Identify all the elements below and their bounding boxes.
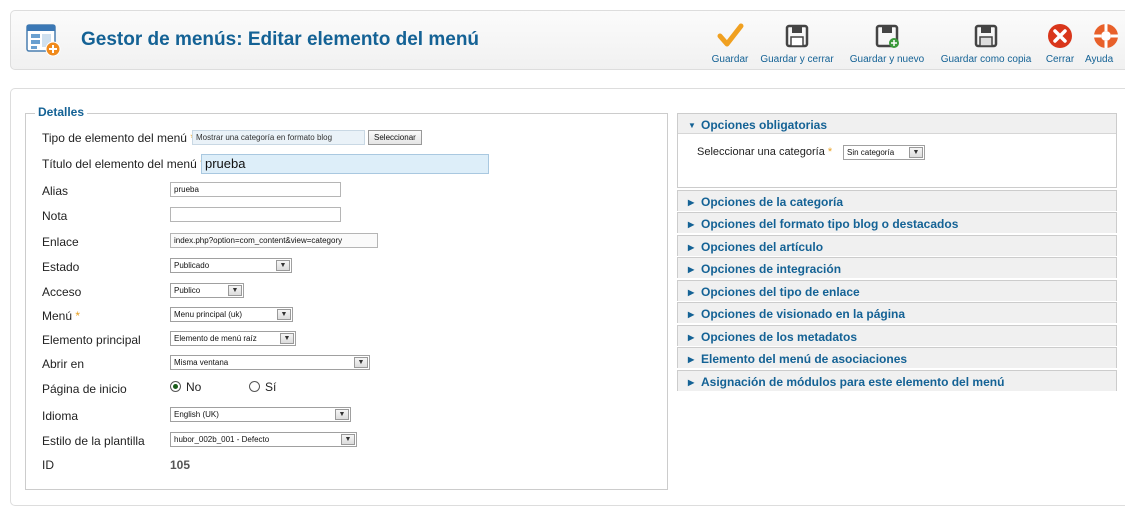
template-style-select[interactable]: hubor_002b_001 - Defecto ▼ [170,432,357,447]
open-in-select[interactable]: Misma ventana ▼ [170,355,370,370]
save-new-icon [875,24,899,48]
title-label: Título del elemento del menú * [42,157,205,171]
home-radio-no[interactable]: No [170,380,201,394]
collapsed-triangle-icon: ▶ [688,243,695,252]
options-panel-header[interactable]: ▶ Opciones de los metadatos [678,326,1116,346]
note-label: Nota [42,209,68,223]
save-button[interactable]: Guardar [708,17,752,67]
options-panel: ▶ Opciones de visionado en la página [677,302,1117,323]
toolbar: Gestor de menús: Editar elemento del men… [10,10,1125,70]
save-new-button[interactable]: Guardar y nuevo [845,17,929,67]
save-copy-button[interactable]: Guardar como copia [936,17,1036,67]
options-panel-header[interactable]: ▶ Opciones de integración [678,258,1116,278]
category-select[interactable]: Sin categoría ▼ [843,145,925,160]
chevron-down-icon: ▼ [276,260,290,271]
collapsed-triangle-icon: ▶ [688,333,695,342]
save-close-icon [785,24,809,48]
parent-label: Elemento principal [42,333,141,347]
save-close-button[interactable]: Guardar y cerrar [756,17,838,67]
menu-manager-icon [26,24,61,57]
menu-item-type-field: Mostrar una categoría en formato blog [192,130,365,145]
menu-item-type-label: Tipo de elemento del menú * [42,131,195,145]
options-panel: ▶ Opciones de la categoría [677,190,1117,211]
expanded-triangle-icon: ▼ [688,121,696,130]
language-select[interactable]: English (UK) ▼ [170,407,351,422]
link-label: Enlace [42,235,79,249]
chevron-down-icon: ▼ [228,285,242,296]
radio-selected-icon [170,381,181,392]
home-radio-yes[interactable]: Sí [249,380,276,394]
open-in-label: Abrir en [42,357,85,371]
close-icon [1048,24,1072,48]
status-label: Estado [42,260,80,274]
menu-select[interactable]: Menu principal (uk) ▼ [170,307,293,322]
save-copy-icon [974,24,998,48]
options-panel: ▶ Opciones del tipo de enlace [677,280,1117,301]
options-panel: ▶ Elemento del menú de asociaciones [677,347,1117,368]
page-title: Gestor de menús: Editar elemento del men… [81,29,480,50]
collapsed-triangle-icon: ▶ [688,378,695,387]
options-panel: ▶ Opciones del artículo [677,235,1117,256]
help-button[interactable]: Ayuda [1085,17,1125,67]
options-panel: ▶ Opciones de integración [677,257,1117,278]
chevron-down-icon: ▼ [341,434,355,445]
required-options-panel: ▼ Opciones obligatorias Seleccionar una c… [677,113,1117,188]
collapsed-triangle-icon: ▶ [688,198,695,207]
id-value: 105 [170,458,191,472]
collapsed-triangle-icon: ▶ [688,288,695,297]
collapsed-triangle-icon: ▶ [688,355,695,364]
collapsed-triangle-icon: ▶ [688,220,695,229]
select-type-button[interactable]: Seleccionar [368,130,422,145]
details-legend: Detalles [35,105,88,119]
link-input[interactable]: index.php?option=com_content&view=catego… [170,233,378,248]
home-label: Página de inicio [42,382,127,396]
alias-label: Alias [42,184,69,198]
id-label: ID [42,458,54,472]
menu-label: Menú * [42,309,81,323]
status-select[interactable]: Publicado ▼ [170,258,292,273]
options-panel-header[interactable]: ▶ Opciones del formato tipo blog o destac… [678,213,1116,233]
required-options-header[interactable]: ▼ Opciones obligatorias [678,114,1116,134]
chevron-down-icon: ▼ [277,309,291,320]
options-panel: ▶ Opciones del formato tipo blog o destac… [677,212,1117,233]
radio-unselected-icon [249,381,260,392]
category-label: Seleccionar una categoría * [697,146,833,158]
language-label: Idioma [42,409,79,423]
alias-input[interactable]: prueba [170,182,341,197]
checkmark-icon [717,23,744,47]
collapsed-triangle-icon: ▶ [688,265,695,274]
options-panel-header[interactable]: ▶ Opciones del artículo [678,236,1116,256]
options-panel: ▶ Opciones de los metadatos [677,325,1117,346]
chevron-down-icon: ▼ [335,409,349,420]
options-panel-header[interactable]: ▶ Opciones del tipo de enlace [678,281,1116,301]
chevron-down-icon: ▼ [354,357,368,368]
options-panel: ▶ Asignación de módulos para este element… [677,370,1117,391]
title-input[interactable]: prueba [201,154,489,174]
options-panel-header[interactable]: ▶ Opciones de visionado en la página [678,303,1116,323]
note-input[interactable] [170,207,341,222]
options-panel-header[interactable]: ▶ Asignación de módulos para este element… [678,371,1116,391]
parent-select[interactable]: Elemento de menú raíz ▼ [170,331,296,346]
chevron-down-icon: ▼ [280,333,294,344]
access-select[interactable]: Publico ▼ [170,283,244,298]
help-icon [1094,24,1118,48]
collapsed-triangle-icon: ▶ [688,310,695,319]
chevron-down-icon: ▼ [909,147,923,158]
access-label: Acceso [42,285,82,299]
options-panel-header[interactable]: ▶ Opciones de la categoría [678,191,1116,211]
options-panel-header[interactable]: ▶ Elemento del menú de asociaciones [678,348,1116,368]
close-button[interactable]: Cerrar [1043,17,1077,67]
template-style-label: Estilo de la plantilla [42,434,145,448]
